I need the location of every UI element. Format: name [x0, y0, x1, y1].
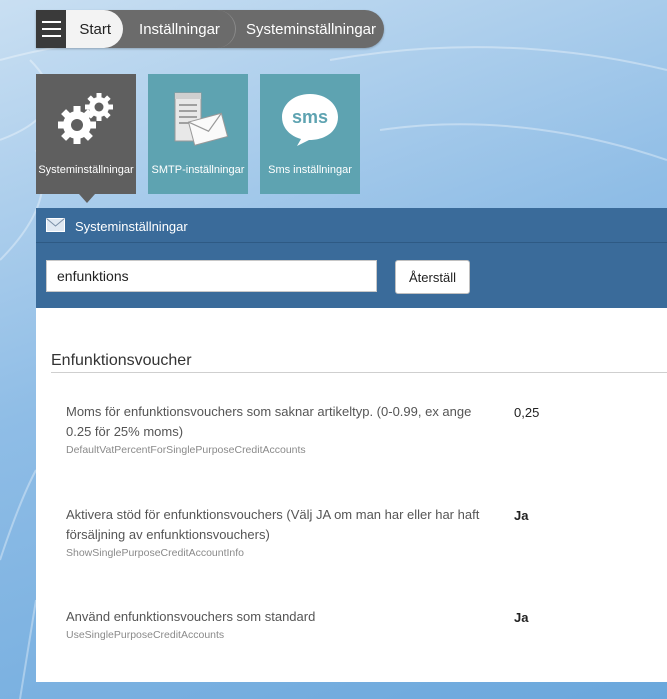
panel-title-text: Systeminställningar: [75, 219, 188, 234]
setting-description: Använd enfunktionsvouchers som standard: [66, 609, 316, 624]
envelope-icon: [46, 218, 65, 235]
divider: [36, 242, 667, 243]
breadcrumb-systeminstallningar[interactable]: Systeminställningar: [236, 10, 384, 48]
tile-label: Sms inställningar: [268, 164, 352, 176]
setting-value[interactable]: 0,25: [514, 405, 539, 420]
section-title: Enfunktionsvoucher: [51, 352, 192, 369]
mail-server-icon: [148, 74, 248, 164]
menu-line: [41, 35, 61, 37]
setting-row: Aktivera stöd för enfunktionsvouchers (V…: [66, 505, 496, 559]
breadcrumb-start[interactable]: Start: [66, 10, 124, 48]
setting-key: ShowSinglePurposeCreditAccountInfo: [66, 547, 245, 559]
tile-smtp-installningar[interactable]: SMTP-inställningar: [148, 74, 248, 194]
setting-row: Använd enfunktionsvouchers som standard …: [66, 607, 496, 641]
reset-button[interactable]: Återställ: [395, 260, 470, 294]
setting-value[interactable]: Ja: [514, 508, 528, 523]
panel-header: Systeminställningar Återställ: [36, 208, 667, 308]
sms-icon-text: sms: [292, 107, 328, 127]
setting-description: Moms för enfunktionsvouchers som saknar …: [66, 404, 472, 439]
gears-icon: [36, 74, 136, 164]
menu-line: [41, 21, 61, 23]
breadcrumb: Start Inställningar Systeminställningar: [36, 10, 384, 48]
tile-label: Systeminställningar: [38, 164, 134, 176]
menu-line: [41, 28, 61, 30]
breadcrumb-installningar[interactable]: Inställningar: [123, 10, 236, 48]
setting-value[interactable]: Ja: [514, 610, 528, 625]
setting-key: DefaultVatPercentForSinglePurposeCreditA…: [66, 444, 306, 456]
hamburger-menu-button[interactable]: [36, 10, 67, 48]
sms-bubble-icon: sms: [260, 74, 360, 164]
setting-description: Aktivera stöd för enfunktionsvouchers (V…: [66, 507, 480, 542]
tile-sms-installningar[interactable]: sms Sms inställningar: [260, 74, 360, 194]
active-tile-pointer: [79, 194, 95, 203]
setting-row: Moms för enfunktionsvouchers som saknar …: [66, 402, 496, 456]
panel-title: Systeminställningar: [46, 218, 188, 235]
search-input[interactable]: [46, 260, 377, 292]
tile-systeminstallningar[interactable]: Systeminställningar: [36, 74, 136, 194]
setting-key: UseSinglePurposeCreditAccounts: [66, 629, 225, 641]
divider: [51, 372, 667, 373]
settings-panel: Systeminställningar Återställ Enfunktion…: [36, 208, 667, 682]
tile-label: SMTP-inställningar: [151, 164, 245, 176]
